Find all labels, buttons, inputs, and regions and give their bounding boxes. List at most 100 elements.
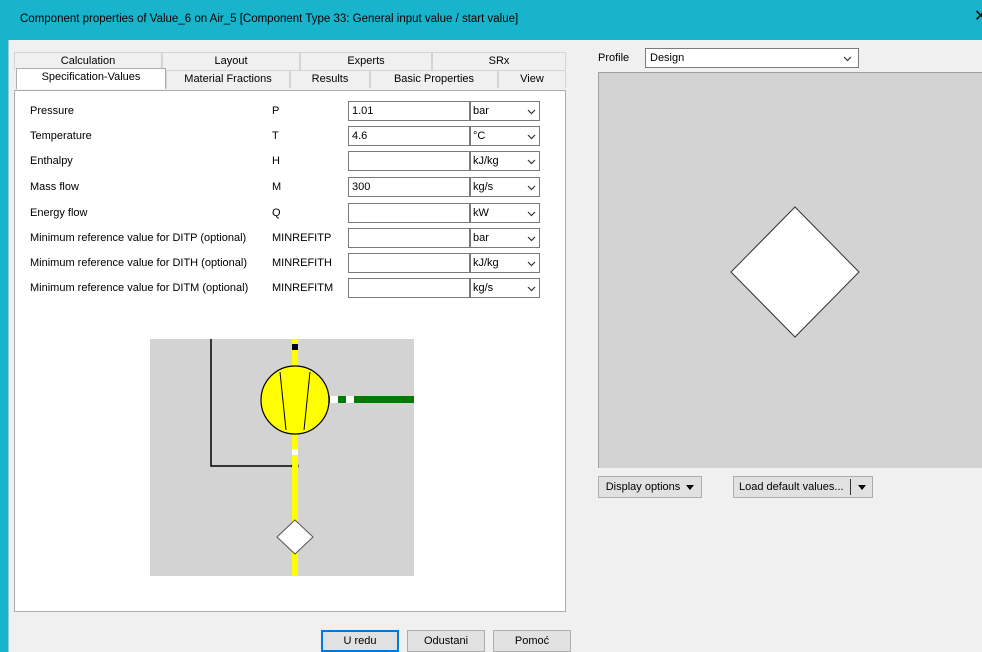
- spec-row-minrefitm: Minimum reference value for DITM (option…: [30, 278, 570, 298]
- triangle-down-icon: [686, 484, 695, 490]
- minrefith-unit-select[interactable]: kJ/kg: [470, 253, 540, 273]
- spec-label: Energy flow: [30, 207, 88, 219]
- tab-label: Material Fractions: [184, 73, 272, 85]
- spec-label: Pressure: [30, 105, 75, 117]
- pressure-unit-select[interactable]: bar: [470, 101, 540, 121]
- ok-button[interactable]: U redu: [321, 630, 399, 652]
- compressor-icon: [260, 365, 330, 435]
- cancel-label: Odustani: [423, 635, 469, 647]
- split-divider: [850, 479, 851, 495]
- tab-label: View: [520, 73, 544, 85]
- pipe-gap: [292, 449, 298, 455]
- tab-basic-properties[interactable]: Basic Properties: [370, 70, 498, 88]
- display-options-label: Display options: [605, 481, 681, 493]
- unit-label: kJ/kg: [473, 257, 499, 269]
- display-options-button[interactable]: Display options: [598, 476, 702, 498]
- minrefith-input[interactable]: [348, 253, 470, 273]
- chevron-down-icon: [527, 159, 536, 165]
- chevron-down-icon: [527, 286, 536, 292]
- pressure-input[interactable]: 1.01: [348, 101, 470, 121]
- pipe-marker: [292, 344, 298, 350]
- window-left-border-inner: [8, 40, 9, 652]
- spec-symbol: MINREFITP: [272, 232, 332, 244]
- tab-view[interactable]: View: [498, 70, 566, 88]
- enthalpy-unit-select[interactable]: kJ/kg: [470, 151, 540, 171]
- tab-label: Specification-Values: [41, 71, 141, 83]
- tab-row-bottom: Specification-Values Material Fractions …: [14, 68, 566, 89]
- spec-label: Temperature: [30, 130, 92, 142]
- mass-flow-unit-select[interactable]: kg/s: [470, 177, 540, 197]
- spec-row-pressure: Pressure P 1.01 bar: [30, 101, 570, 121]
- spec-symbol: H: [272, 155, 280, 167]
- chevron-down-icon: [527, 261, 536, 267]
- tab-experts[interactable]: Experts: [300, 52, 432, 70]
- cancel-button[interactable]: Odustani: [407, 630, 485, 652]
- spec-symbol: MINREFITH: [272, 257, 332, 269]
- tab-label: SRx: [488, 55, 510, 67]
- chevron-down-icon: [527, 109, 536, 115]
- mass-flow-input[interactable]: 300: [348, 177, 470, 197]
- unit-label: bar: [473, 232, 489, 244]
- unit-label: bar: [473, 105, 489, 117]
- spec-label: Enthalpy: [30, 155, 73, 167]
- chevron-down-icon: [843, 56, 852, 62]
- spec-symbol: T: [272, 130, 279, 142]
- window-title: Component properties of Value_6 on Air_5…: [20, 13, 519, 25]
- minrefitm-input[interactable]: [348, 278, 470, 298]
- spec-label: Mass flow: [30, 181, 79, 193]
- tab-label: Results: [311, 73, 349, 85]
- spec-symbol: MINREFITM: [272, 282, 334, 294]
- profile-select[interactable]: Design: [645, 48, 859, 68]
- load-defaults-label: Load default values...: [739, 481, 844, 493]
- spec-symbol: P: [272, 105, 280, 117]
- tab-results[interactable]: Results: [290, 70, 370, 88]
- title-bar: Component properties of Value_6 on Air_5…: [0, 0, 982, 40]
- spec-label: Minimum reference value for DITP (option…: [30, 232, 247, 244]
- minrefitp-unit-select[interactable]: bar: [470, 228, 540, 248]
- unit-label: kJ/kg: [473, 155, 499, 167]
- spec-symbol: M: [272, 181, 282, 193]
- spec-label: Minimum reference value for DITH (option…: [30, 257, 248, 269]
- component-schematic: [150, 339, 414, 576]
- spec-symbol: Q: [272, 207, 281, 219]
- triangle-down-icon[interactable]: [858, 485, 866, 490]
- spec-label: Minimum reference value for DITM (option…: [30, 282, 249, 294]
- chevron-down-icon: [527, 134, 536, 140]
- ok-label: U redu: [343, 635, 377, 647]
- enthalpy-input[interactable]: [348, 151, 470, 171]
- energy-flow-input[interactable]: [348, 203, 470, 223]
- window-left-border: [0, 40, 8, 652]
- tab-srx[interactable]: SRx: [432, 52, 566, 70]
- tab-label: Layout: [214, 55, 248, 67]
- unit-label: kg/s: [473, 282, 494, 294]
- profile-preview: [598, 72, 982, 468]
- profile-value: Design: [650, 52, 685, 64]
- chevron-down-icon: [527, 185, 536, 191]
- help-label: Pomoć: [514, 635, 550, 647]
- minrefitp-input[interactable]: [348, 228, 470, 248]
- close-icon[interactable]: ✕: [974, 9, 982, 25]
- profile-label: Profile: [598, 52, 630, 64]
- diamond-icon: [730, 206, 860, 338]
- temperature-input[interactable]: 4.6: [348, 126, 470, 146]
- temperature-unit-select[interactable]: °C: [470, 126, 540, 146]
- spec-row-temperature: Temperature T 4.6 °C: [30, 126, 570, 146]
- spec-row-minrefith: Minimum reference value for DITH (option…: [30, 253, 570, 273]
- tab-specification-values[interactable]: Specification-Values: [16, 68, 166, 89]
- tab-label: Experts: [347, 55, 385, 67]
- load-default-values-button[interactable]: Load default values...: [733, 476, 873, 498]
- minrefitm-unit-select[interactable]: kg/s: [470, 278, 540, 298]
- tab-layout[interactable]: Layout: [162, 52, 300, 70]
- unit-label: kW: [473, 207, 489, 219]
- chevron-down-icon: [527, 236, 536, 242]
- green-pipe-gap: [346, 396, 354, 403]
- tab-material-fractions[interactable]: Material Fractions: [166, 70, 290, 88]
- tab-label: Basic Properties: [393, 73, 475, 85]
- chevron-down-icon: [527, 211, 536, 217]
- green-pipe-gap: [330, 396, 338, 403]
- spec-row-mass-flow: Mass flow M 300 kg/s: [30, 177, 570, 197]
- help-button[interactable]: Pomoć: [493, 630, 571, 652]
- energy-flow-unit-select[interactable]: kW: [470, 203, 540, 223]
- spec-row-energy-flow: Energy flow Q kW: [30, 203, 570, 223]
- tab-label: Calculation: [60, 55, 116, 67]
